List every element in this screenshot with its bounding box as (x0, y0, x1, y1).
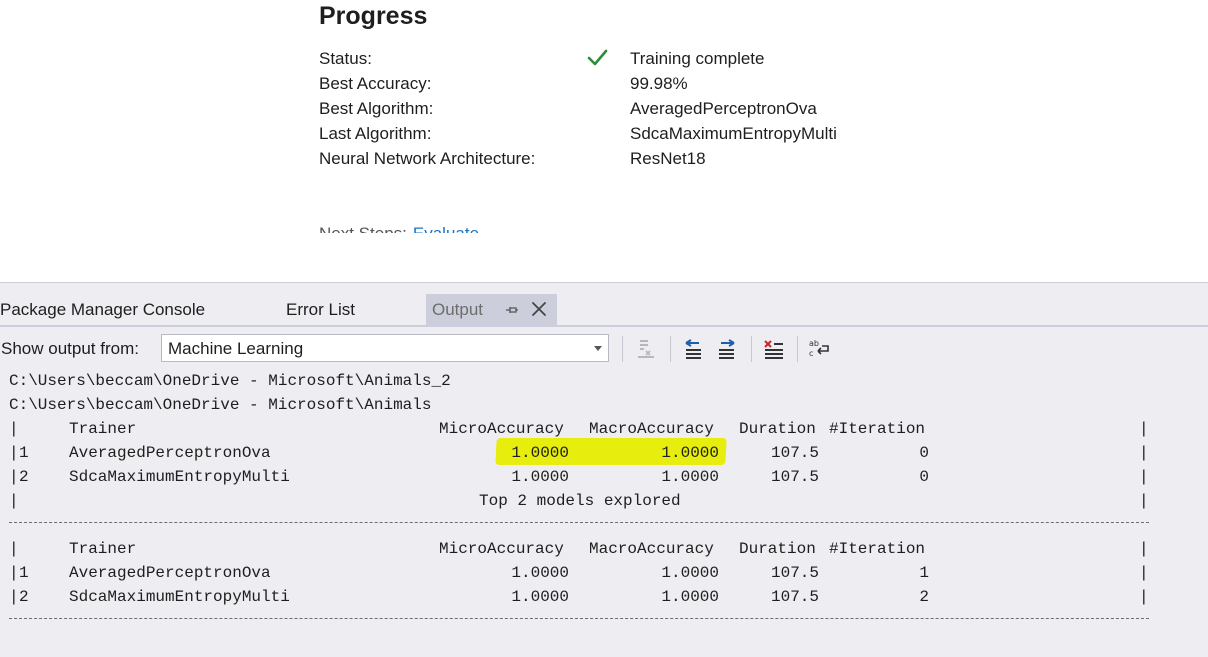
header-trainer: Trainer (69, 540, 137, 558)
best-algorithm-row: Best Algorithm: AveragedPerceptronOva (319, 99, 1019, 124)
chevron-down-icon (594, 346, 602, 351)
row-iteration: 0 (919, 468, 929, 486)
close-icon[interactable] (531, 301, 547, 317)
row-rank: 2 (19, 468, 29, 486)
row-duration: 107.5 (770, 468, 819, 486)
header-micro-accuracy: MicroAccuracy (439, 540, 564, 558)
row-micro-accuracy: 1.0000 (511, 444, 569, 462)
row-iteration: 0 (919, 444, 929, 462)
row-iteration: 1 (919, 564, 929, 582)
table-divider (9, 618, 1149, 619)
toolbar-separator (670, 336, 671, 362)
table-border: | (1139, 540, 1149, 558)
output-toolbar: Show output from: Machine Learning ab c (0, 328, 1208, 368)
row-macro-accuracy: 1.0000 (661, 588, 719, 606)
row-rank: 1 (19, 444, 29, 462)
header-iteration: #Iteration (829, 420, 926, 438)
table-border: | (9, 588, 19, 606)
status-value: Training complete (630, 49, 765, 68)
row-duration: 107.5 (770, 564, 819, 582)
console-path-line: C:\Users\beccam\OneDrive - Microsoft\Ani… (9, 372, 451, 390)
header-micro-accuracy: MicroAccuracy (439, 420, 564, 438)
table-border: | (9, 540, 19, 558)
checkmark-icon (587, 49, 608, 66)
tab-output-label: Output (432, 300, 484, 319)
header-macro-accuracy: MacroAccuracy (589, 540, 714, 558)
output-source-select[interactable]: Machine Learning (161, 334, 609, 362)
tab-output[interactable]: Output (426, 294, 557, 325)
header-iteration: #Iteration (829, 540, 926, 558)
row-micro-accuracy: 1.0000 (511, 468, 569, 486)
find-message-icon[interactable] (634, 337, 658, 361)
next-message-icon[interactable] (715, 337, 739, 361)
table-border: | (9, 420, 19, 438)
previous-message-icon[interactable] (681, 337, 705, 361)
last-algorithm-value: SdcaMaximumEntropyMulti (630, 124, 837, 143)
table-border: | (1139, 492, 1149, 510)
table-border: | (9, 444, 19, 462)
toolbar-separator (797, 336, 798, 362)
nn-architecture-row: Neural Network Architecture: ResNet18 (319, 149, 1019, 174)
header-trainer: Trainer (69, 420, 137, 438)
output-panel: Package Manager Console Error List Outpu… (0, 282, 1208, 657)
clear-all-icon[interactable] (762, 337, 786, 361)
row-macro-accuracy: 1.0000 (661, 444, 719, 462)
row-macro-accuracy: 1.0000 (661, 564, 719, 582)
nn-architecture-value: ResNet18 (630, 149, 706, 168)
row-micro-accuracy: 1.0000 (511, 564, 569, 582)
best-accuracy-label: Best Accuracy: (319, 74, 432, 93)
table-border: | (1139, 468, 1149, 486)
toolbar-separator (751, 336, 752, 362)
row-duration: 107.5 (770, 588, 819, 606)
header-duration: Duration (739, 420, 816, 438)
table-border: | (1139, 588, 1149, 606)
best-algorithm-value: AveragedPerceptronOva (630, 99, 817, 118)
best-algorithm-label: Best Algorithm: (319, 99, 434, 118)
toolbar-separator (622, 336, 623, 362)
table-border: | (1139, 444, 1149, 462)
output-console[interactable]: C:\Users\beccam\OneDrive - Microsoft\Ani… (0, 370, 1208, 657)
row-trainer: AveragedPerceptronOva (69, 444, 271, 462)
row-iteration: 2 (919, 588, 929, 606)
svg-text:c: c (809, 349, 813, 358)
pin-icon[interactable] (505, 303, 519, 317)
row-micro-accuracy: 1.0000 (511, 588, 569, 606)
summary-text: Top 2 models explored (479, 492, 681, 510)
tab-error-list[interactable]: Error List (286, 300, 355, 320)
last-algorithm-row: Last Algorithm: SdcaMaximumEntropyMulti (319, 124, 1019, 149)
last-algorithm-label: Last Algorithm: (319, 124, 432, 143)
evaluate-link[interactable]: Evaluate (413, 224, 479, 233)
best-accuracy-value: 99.98% (630, 74, 688, 93)
table-border: | (9, 564, 19, 582)
row-trainer: SdcaMaximumEntropyMulti (69, 468, 290, 486)
nn-architecture-label: Neural Network Architecture: (319, 149, 536, 168)
tab-package-manager-console[interactable]: Package Manager Console (0, 300, 205, 320)
show-output-label: Show output from: (1, 339, 139, 358)
console-path-line: C:\Users\beccam\OneDrive - Microsoft\Ani… (9, 396, 432, 414)
row-rank: 2 (19, 588, 29, 606)
output-source-value: Machine Learning (168, 339, 304, 358)
best-accuracy-row: Best Accuracy: 99.98% (319, 74, 1019, 99)
tab-strip: Package Manager Console Error List Outpu… (0, 283, 1208, 327)
next-steps-label: Next Steps: (319, 224, 407, 233)
row-trainer: SdcaMaximumEntropyMulti (69, 588, 290, 606)
table-border: | (1139, 420, 1149, 438)
header-duration: Duration (739, 540, 816, 558)
status-row: Status: Training complete (319, 49, 1019, 74)
next-steps: Next Steps: Evaluate (319, 224, 479, 233)
svg-text:ab: ab (809, 339, 819, 348)
table-border: | (9, 468, 19, 486)
word-wrap-icon[interactable]: ab c (808, 337, 832, 361)
progress-title: Progress (319, 2, 428, 30)
table-border: | (9, 492, 19, 510)
status-label: Status: (319, 49, 372, 68)
progress-section: Progress Status: Training complete Best … (0, 0, 1208, 282)
row-rank: 1 (19, 564, 29, 582)
table-border: | (1139, 564, 1149, 582)
table-divider (9, 522, 1149, 523)
row-macro-accuracy: 1.0000 (661, 468, 719, 486)
row-duration: 107.5 (770, 444, 819, 462)
row-trainer: AveragedPerceptronOva (69, 564, 271, 582)
header-macro-accuracy: MacroAccuracy (589, 420, 714, 438)
